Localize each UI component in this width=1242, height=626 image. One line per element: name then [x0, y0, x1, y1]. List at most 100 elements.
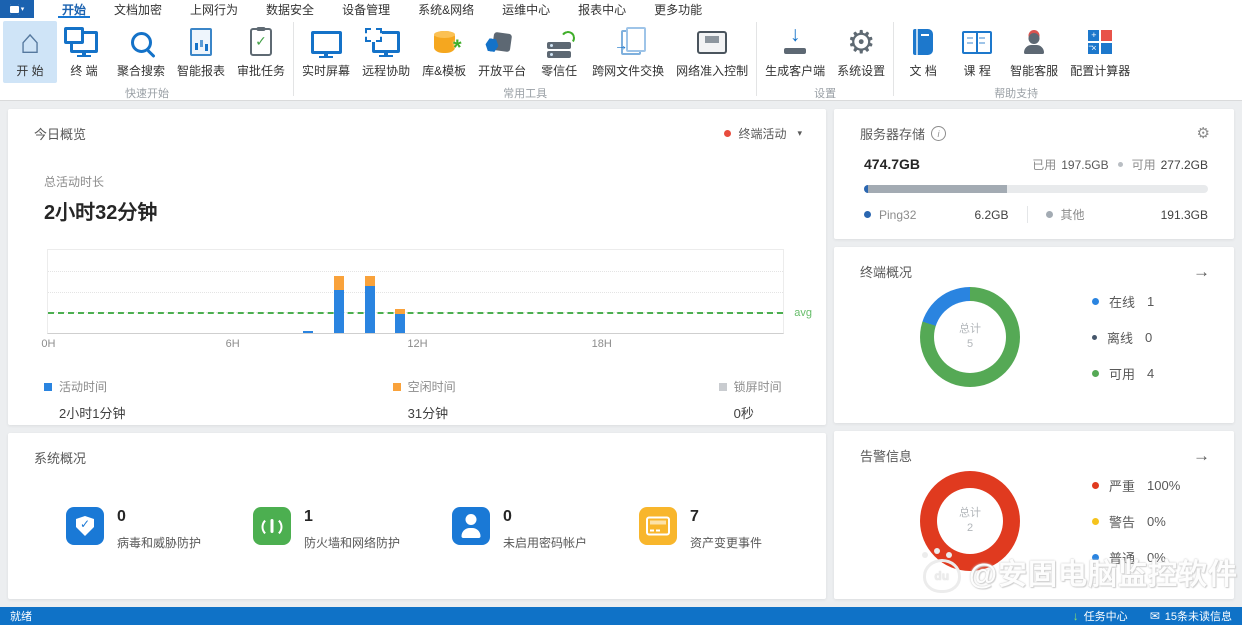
x-tick: 18H: [592, 338, 612, 350]
bar-segment: [365, 276, 375, 286]
legend-dot: [1092, 554, 1099, 561]
gridline: [48, 292, 783, 293]
search-icon: [131, 32, 152, 53]
ribbon-item-smart-report[interactable]: 智能报表: [171, 21, 231, 83]
ribbon-divider: [756, 22, 757, 96]
stat-no-password-accounts[interactable]: 0 未启用密码帐户: [452, 507, 587, 551]
menu-tab-report-center[interactable]: 报表中心: [564, 0, 640, 18]
legend-item-available: 可用4: [1092, 364, 1154, 383]
ribbon-item-generate-client[interactable]: 生成客户端: [759, 21, 831, 83]
ribbon-divider: [293, 22, 294, 96]
x-tick: 12H: [407, 338, 427, 350]
network-port-icon: [697, 31, 727, 54]
status-ready: 就绪: [10, 608, 32, 624]
support-agent-icon: [1022, 30, 1046, 55]
menu-tabs: 开始 文档加密 上网行为 数据安全 设备管理 系统&网络 运维中心 报表中心 更…: [48, 0, 716, 18]
gear-icon: [847, 26, 876, 58]
bar-segment: [395, 314, 405, 333]
legend-dot: [1092, 518, 1099, 525]
activity-legend: 活动时间 2小时1分钟 空闲时间 31分钟 锁屏时间 0秒: [8, 356, 826, 422]
ribbon-item-config-calculator[interactable]: 配置计算器: [1064, 21, 1136, 83]
activity-plot: [47, 249, 784, 334]
generate-client-icon: [783, 29, 807, 56]
menu-tab-more[interactable]: 更多功能: [640, 0, 716, 18]
remote-assist-icon: [372, 31, 400, 53]
ribbon-item-realtime-screen[interactable]: 实时屏幕: [296, 21, 356, 83]
bar-segment: [334, 276, 344, 290]
ribbon-item-approval-tasks[interactable]: 审批任务: [231, 21, 291, 83]
ribbon-group-common-tools: 实时屏幕 远程协助 库&模板 开放平台 零信任: [296, 18, 754, 100]
panel-alerts: 告警信息 总计 2 严重100%: [834, 431, 1234, 599]
ribbon-divider: [893, 22, 894, 96]
unread-messages-button[interactable]: 15条未读信息: [1150, 608, 1232, 624]
menu-tab-ops-center[interactable]: 运维中心: [488, 0, 564, 18]
donut-center: 总计 5: [934, 301, 1006, 373]
storage-total: 474.7GB: [864, 156, 920, 172]
ribbon-item-start[interactable]: 开 始: [3, 21, 57, 83]
ribbon-item-open-platform[interactable]: 开放平台: [472, 21, 532, 83]
ribbon-item-zero-trust[interactable]: 零信任: [532, 21, 586, 83]
arrow-right-icon[interactable]: [1193, 263, 1210, 280]
legend-item-online: 在线1: [1092, 292, 1154, 311]
dot-separator: [1118, 162, 1123, 167]
alerts-donut-chart: 总计 2: [920, 471, 1020, 571]
stat-virus-threat-protection[interactable]: 0 病毒和威胁防护: [66, 507, 201, 551]
panel-title: 系统概况: [34, 448, 86, 467]
activity-filter-dropdown[interactable]: 终端活动: [724, 125, 802, 142]
home-icon: [20, 27, 41, 58]
app-menu-icon: [10, 4, 19, 15]
legend-item-active: 活动时间 2小时1分钟: [44, 378, 393, 422]
gridline: [48, 271, 783, 272]
file-exchange-icon: [621, 30, 641, 55]
course-book-icon: [962, 31, 992, 54]
ribbon-item-system-settings[interactable]: 系统设置: [831, 21, 891, 83]
ribbon-item-cross-network-file-exchange[interactable]: 跨网文件交换: [586, 21, 670, 83]
menu-tab-home[interactable]: 开始: [48, 0, 100, 18]
ribbon-item-network-access-control[interactable]: 网络准入控制: [670, 21, 754, 83]
download-icon: [1073, 609, 1079, 623]
app-menu-button[interactable]: ▾: [0, 0, 34, 18]
ribbon-item-smart-support[interactable]: 智能客服: [1004, 21, 1064, 83]
panel-system-overview: 系统概况 0 病毒和威胁防护 1 防火墙和网络防护: [8, 433, 826, 599]
filter-label: 终端活动: [738, 125, 786, 142]
wifi-signal-icon: [253, 507, 291, 545]
menu-tab-doc-encrypt[interactable]: 文档加密: [100, 0, 176, 18]
menu-bar: ▾ 开始 文档加密 上网行为 数据安全 设备管理 系统&网络 运维中心 报表中心…: [0, 0, 1242, 18]
info-icon[interactable]: [931, 126, 946, 141]
menu-tab-device-mgmt[interactable]: 设备管理: [328, 0, 404, 18]
legend-dot: [1046, 211, 1053, 218]
bar-segment: [334, 290, 344, 333]
filter-dot: [724, 130, 731, 137]
ribbon-item-aggregate-search[interactable]: 聚合搜索: [111, 21, 171, 83]
stat-firewall-network-protection[interactable]: 1 防火墙和网络防护: [253, 507, 400, 551]
menu-tab-system-network[interactable]: 系统&网络: [404, 0, 488, 18]
screen-icon: [311, 31, 342, 54]
panel-title: 今日概览: [34, 124, 86, 143]
ribbon-item-library-templates[interactable]: 库&模板: [416, 21, 472, 83]
storage-legend-other: 其他 191.3GB: [1027, 206, 1209, 223]
task-center-button[interactable]: 任务中心: [1073, 608, 1128, 624]
storage-legend-ping32: Ping32 6.2GB: [864, 206, 1027, 223]
menu-tab-web-behavior[interactable]: 上网行为: [176, 0, 252, 18]
legend-item-offline: 离线0: [1092, 328, 1154, 347]
storage-progress-bar: [864, 185, 1208, 193]
approval-check-icon: [250, 28, 272, 56]
shield-check-icon: [66, 507, 104, 545]
ribbon-item-remote-assist[interactable]: 远程协助: [356, 21, 416, 83]
doc-book-icon: [913, 29, 933, 55]
legend-item-locked: 锁屏时间 0秒: [719, 378, 802, 422]
stat-asset-change-events[interactable]: 7 资产变更事件: [639, 507, 762, 551]
menu-tab-data-security[interactable]: 数据安全: [252, 0, 328, 18]
ribbon-toolbar: 开 始 终 端 聚合搜索 智能报表 审批任务: [0, 18, 1242, 101]
avg-label: avg: [794, 307, 812, 319]
arrow-right-icon[interactable]: [1193, 447, 1210, 464]
legend-dot: [1092, 370, 1099, 377]
ribbon-item-terminal[interactable]: 终 端: [57, 21, 111, 83]
legend-item-normal: 普通0%: [1092, 548, 1180, 567]
x-axis: 0H 6H 12H 18H: [47, 338, 784, 356]
ribbon-item-docs[interactable]: 文 档: [896, 21, 950, 83]
ribbon-item-courses[interactable]: 课 程: [950, 21, 1004, 83]
panel-title: 服务器存储: [860, 124, 946, 143]
legend-item-critical: 严重100%: [1092, 476, 1180, 495]
gear-icon[interactable]: [1197, 126, 1210, 141]
